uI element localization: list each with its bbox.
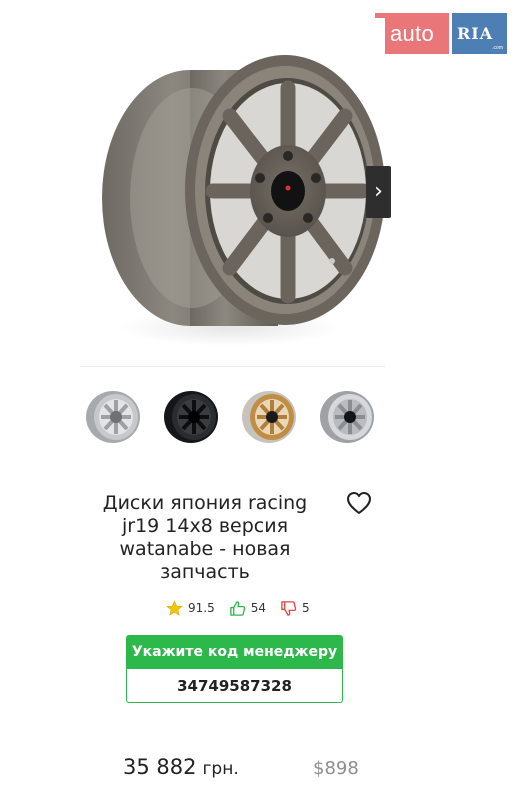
logo-auto: auto	[375, 13, 449, 54]
price-uah-currency: грн.	[202, 759, 239, 779]
thumbnail-1-image	[86, 391, 140, 443]
thumbnail-2[interactable]	[161, 388, 225, 446]
rating-value: 91.5	[188, 601, 215, 615]
logo-ria-word: RIA	[457, 24, 494, 43]
thumbnail-1[interactable]	[83, 388, 147, 446]
product-title: Диски япония racing jr19 14х8 версия wat…	[102, 492, 308, 583]
price-usd: $898	[313, 758, 359, 779]
logo-ria-sub: .com	[492, 45, 503, 51]
manager-code-value[interactable]: 34749587328	[126, 669, 343, 703]
thumbs-down-icon[interactable]	[280, 600, 297, 617]
gallery-divider	[80, 366, 385, 367]
manager-code-header: Укажите код менеджеру	[126, 635, 343, 669]
wheel-image	[102, 55, 385, 346]
autoria-logo[interactable]: auto RIA .com	[375, 13, 507, 54]
thumbnail-3[interactable]	[239, 388, 303, 446]
dislikes-count: 5	[302, 601, 310, 615]
thumbs-up-icon[interactable]	[229, 600, 246, 617]
price-uah-amount: 35 882	[123, 755, 197, 779]
thumbnail-2-image	[164, 391, 218, 443]
thumbnail-4[interactable]	[317, 388, 381, 446]
logo-ria: RIA .com	[452, 13, 507, 54]
next-image-button[interactable]: ›	[366, 166, 391, 218]
product-stats: 91.5 54 5	[166, 598, 310, 618]
thumbnail-3-image	[242, 391, 296, 443]
heart-icon[interactable]	[346, 491, 372, 515]
product-main-image[interactable]	[80, 18, 385, 363]
likes-count: 54	[250, 601, 266, 615]
star-icon	[166, 599, 183, 616]
thumbnail-4-image	[320, 391, 374, 443]
price-uah: 35 882 грн.	[123, 755, 239, 779]
